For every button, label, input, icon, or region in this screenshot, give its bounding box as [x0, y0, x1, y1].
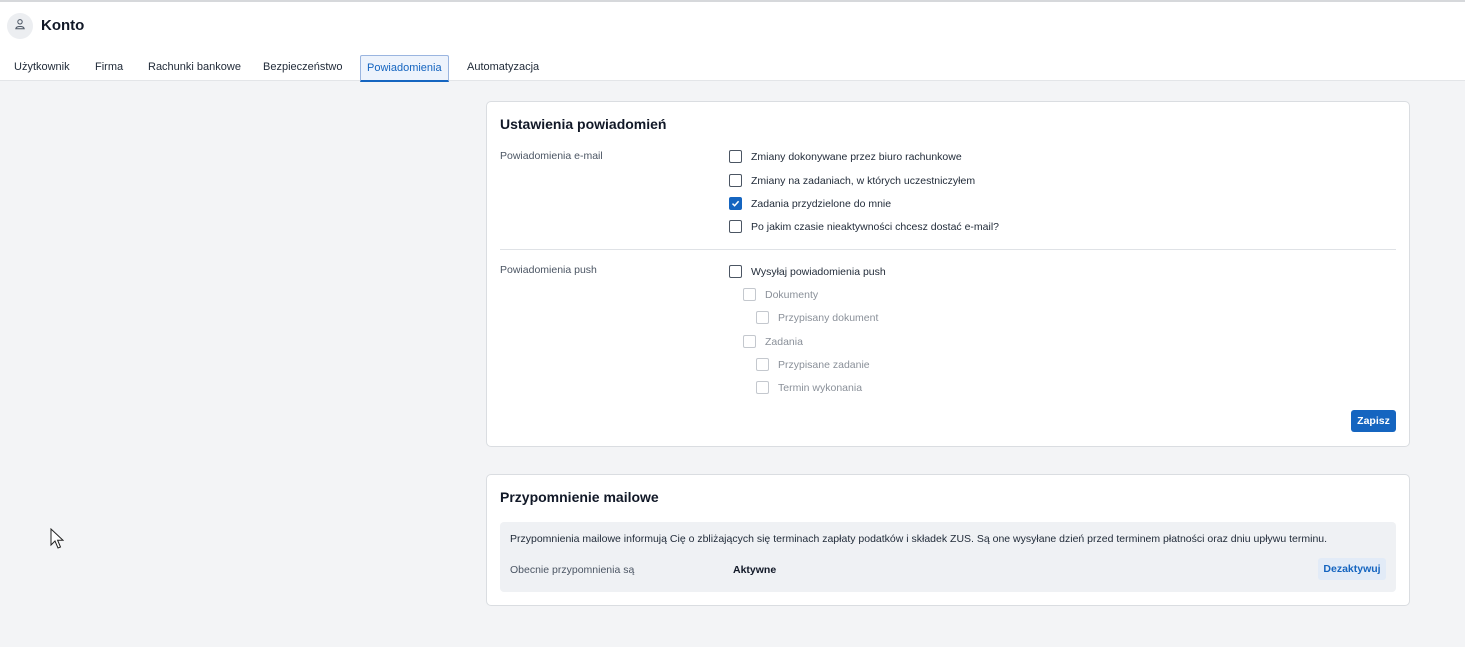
push-option-assigned-task: Przypisane zadanie — [756, 358, 870, 371]
checkbox-checked[interactable] — [729, 197, 742, 210]
card-title: Ustawienia powiadomień — [500, 116, 667, 132]
push-option-due-date: Termin wykonania — [756, 381, 862, 394]
reminder-status-label: Obecnie przypomnienia są — [510, 564, 635, 576]
checkbox-disabled — [756, 358, 769, 371]
mouse-cursor-icon — [50, 527, 65, 555]
tab-notifications[interactable]: Powiadomienia — [360, 55, 449, 82]
notification-settings-card: Ustawienia powiadomień Powiadomienia e-m… — [486, 101, 1410, 447]
checkbox[interactable] — [729, 265, 742, 278]
save-button[interactable]: Zapisz — [1351, 410, 1396, 432]
tab-company[interactable]: Firma — [95, 55, 123, 79]
reminder-info-box: Przypomnienia mailowe informują Cię o zb… — [500, 522, 1396, 592]
push-option-documents: Dokumenty — [743, 288, 818, 301]
push-option-send[interactable]: Wysyłaj powiadomienia push — [729, 265, 886, 278]
status-badge: Aktywne — [733, 564, 777, 576]
checkbox[interactable] — [729, 174, 742, 187]
push-option-tasks: Zadania — [743, 335, 803, 348]
push-section-label: Powiadomienia push — [500, 264, 597, 276]
avatar[interactable] — [7, 13, 33, 39]
email-reminder-card: Przypomnienie mailowe Przypomnienia mail… — [486, 474, 1410, 606]
user-icon — [14, 17, 26, 35]
tab-security[interactable]: Bezpieczeństwo — [263, 55, 343, 79]
push-option-assigned-document: Przypisany dokument — [756, 311, 878, 324]
tab-automation[interactable]: Automatyzacja — [467, 55, 539, 79]
email-option-assigned-tasks[interactable]: Zadania przydzielone do mnie — [729, 197, 891, 210]
checkbox-disabled — [756, 381, 769, 394]
tab-user[interactable]: Użytkownik — [14, 55, 70, 79]
email-option-inactivity[interactable]: Po jakim czasie nieaktywności chcesz dos… — [729, 220, 999, 233]
check-icon — [731, 200, 740, 207]
account-header: Konto Użytkownik Firma Rachunki bankowe … — [0, 0, 1465, 82]
checkbox-disabled — [756, 311, 769, 324]
card-title: Przypomnienie mailowe — [500, 489, 659, 505]
email-option-accountant-changes[interactable]: Zmiany dokonywane przez biuro rachunkowe — [729, 150, 962, 163]
email-section-label: Powiadomienia e-mail — [500, 150, 603, 162]
page-title: Konto — [41, 17, 85, 34]
section-divider — [500, 249, 1396, 250]
checkbox[interactable] — [729, 220, 742, 233]
email-option-task-changes[interactable]: Zmiany na zadaniach, w których uczestnic… — [729, 174, 975, 187]
checkbox[interactable] — [729, 150, 742, 163]
tab-bank-accounts[interactable]: Rachunki bankowe — [148, 55, 241, 79]
reminder-description: Przypomnienia mailowe informują Cię o zb… — [510, 533, 1328, 545]
checkbox-disabled — [743, 288, 756, 301]
checkbox-disabled — [743, 335, 756, 348]
deactivate-button[interactable]: Dezaktywuj — [1318, 558, 1386, 580]
